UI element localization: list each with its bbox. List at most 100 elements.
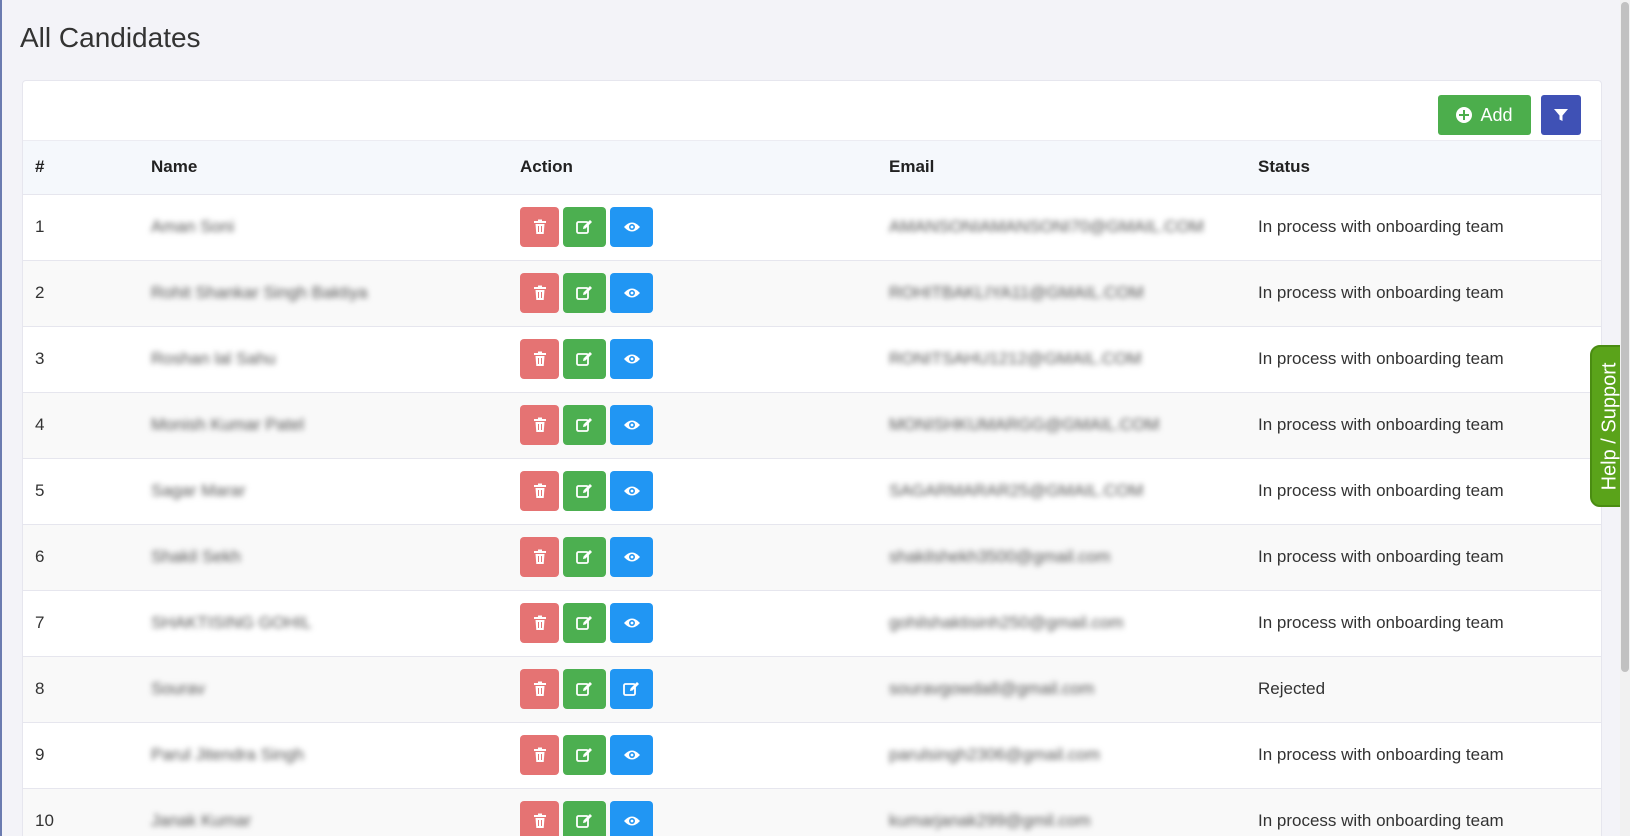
row-actions <box>508 194 877 261</box>
edit-icon <box>576 220 592 234</box>
candidate-name-text: SHAKTISING GOHIL <box>151 613 312 632</box>
candidate-name-text: Sourav <box>151 679 205 698</box>
header-action: Action <box>508 141 877 195</box>
view-button[interactable] <box>610 405 653 445</box>
row-actions <box>508 524 877 591</box>
trash-icon <box>533 219 546 234</box>
row-actions <box>508 260 877 327</box>
eye-icon <box>623 618 640 628</box>
edit-button[interactable] <box>563 405 606 445</box>
eye-icon <box>623 816 640 826</box>
candidate-email-text: ROHITBAKLIYA11@GMAIL.COM <box>889 283 1144 302</box>
candidate-status: In process with onboarding team <box>1246 326 1601 393</box>
delete-button[interactable] <box>520 405 559 445</box>
filter-button[interactable] <box>1541 95 1581 135</box>
edit-button[interactable] <box>563 801 606 836</box>
candidate-email-text: MONISHKUMARGG@GMAIL.COM <box>889 415 1160 434</box>
candidate-name: Roshan lal Sahu <box>139 326 508 393</box>
edit-button[interactable] <box>563 603 606 643</box>
edit-icon <box>576 748 592 762</box>
edit-button[interactable] <box>563 537 606 577</box>
edit-button[interactable] <box>563 339 606 379</box>
candidate-name-text: Shakil Sekh <box>151 547 241 566</box>
delete-button[interactable] <box>520 801 559 836</box>
row-number: 5 <box>23 458 139 525</box>
update-button[interactable] <box>610 669 653 709</box>
candidate-status: In process with onboarding team <box>1246 722 1601 789</box>
header-number[interactable]: # <box>23 141 139 195</box>
eye-icon <box>623 354 640 364</box>
edit-button[interactable] <box>563 207 606 247</box>
view-button[interactable] <box>610 339 653 379</box>
delete-button[interactable] <box>520 471 559 511</box>
delete-button[interactable] <box>520 273 559 313</box>
candidate-name-text: Aman Soni <box>151 217 235 236</box>
view-button[interactable] <box>610 735 653 775</box>
candidate-email-text: RONITSAHU1212@GMAIL.COM <box>889 349 1142 368</box>
delete-button[interactable] <box>520 207 559 247</box>
row-number: 8 <box>23 656 139 723</box>
scrollbar[interactable] <box>1620 0 1630 836</box>
view-button[interactable] <box>610 207 653 247</box>
candidate-status: In process with onboarding team <box>1246 590 1601 657</box>
row-number: 6 <box>23 524 139 591</box>
view-button[interactable] <box>610 471 653 511</box>
candidate-email: shakilshekh3500@gmail.com <box>877 524 1246 591</box>
candidate-status: In process with onboarding team <box>1246 458 1601 525</box>
row-actions <box>508 788 877 836</box>
trash-icon <box>533 351 546 366</box>
row-number: 2 <box>23 260 139 327</box>
delete-button[interactable] <box>520 603 559 643</box>
candidate-email: RONITSAHU1212@GMAIL.COM <box>877 326 1246 393</box>
trash-icon <box>533 417 546 432</box>
page-title: All Candidates <box>20 22 201 53</box>
header-status[interactable]: Status <box>1246 141 1601 195</box>
delete-button[interactable] <box>520 735 559 775</box>
edit-icon <box>576 352 592 366</box>
view-button[interactable] <box>610 801 653 836</box>
candidate-email-text: kumarjanak299@gmil.com <box>889 811 1091 830</box>
edit-icon <box>576 286 592 300</box>
delete-button[interactable] <box>520 537 559 577</box>
table-row: 7 SHAKTISING GOHIL gohilshaktisinh250@gmai… <box>23 590 1601 657</box>
row-actions <box>508 326 877 393</box>
delete-button[interactable] <box>520 339 559 379</box>
trash-icon <box>533 483 546 498</box>
candidates-card: Add # Name Action Email Status 1 Aman Son… <box>22 80 1602 836</box>
trash-icon <box>533 285 546 300</box>
plus-circle-icon <box>1456 107 1473 123</box>
edit-button[interactable] <box>563 669 606 709</box>
candidate-name: Sagar Marar <box>139 458 508 525</box>
candidate-email-text: parulsingh2306@gmail.com <box>889 745 1100 764</box>
header-name[interactable]: Name <box>139 141 508 195</box>
scrollbar-thumb[interactable] <box>1621 2 1629 672</box>
candidate-status: In process with onboarding team <box>1246 392 1601 459</box>
edit-button[interactable] <box>563 273 606 313</box>
eye-icon <box>623 288 640 298</box>
candidate-email: souravgowda8@gmail.com <box>877 656 1246 723</box>
candidate-status: In process with onboarding team <box>1246 194 1601 261</box>
row-number: 1 <box>23 194 139 261</box>
candidate-name-text: Sagar Marar <box>151 481 246 500</box>
candidate-name-text: Roshan lal Sahu <box>151 349 276 368</box>
table-row: 3 Roshan lal Sahu RONITSAHU1212@GMAIL.COM I… <box>23 326 1601 393</box>
add-button[interactable]: Add <box>1438 95 1531 135</box>
candidate-status: In process with onboarding team <box>1246 524 1601 591</box>
edit-button[interactable] <box>563 471 606 511</box>
row-actions <box>508 392 877 459</box>
table-row: 6 Shakil Sekh shakilshekh3500@gmail.com In … <box>23 524 1601 591</box>
view-button[interactable] <box>610 273 653 313</box>
trash-icon <box>533 681 546 696</box>
edit-icon <box>576 616 592 630</box>
edit-button[interactable] <box>563 735 606 775</box>
edit-icon <box>576 418 592 432</box>
candidate-status: In process with onboarding team <box>1246 788 1601 836</box>
candidate-name: Sourav <box>139 656 508 723</box>
candidate-email: gohilshaktisinh250@gmail.com <box>877 590 1246 657</box>
header-email[interactable]: Email <box>877 141 1246 195</box>
view-button[interactable] <box>610 537 653 577</box>
delete-button[interactable] <box>520 669 559 709</box>
table-row: 10 Janak Kumar kumarjanak299@gmil.com In pr… <box>23 788 1601 836</box>
view-button[interactable] <box>610 603 653 643</box>
help-support-label: Help / Support <box>1598 362 1621 490</box>
